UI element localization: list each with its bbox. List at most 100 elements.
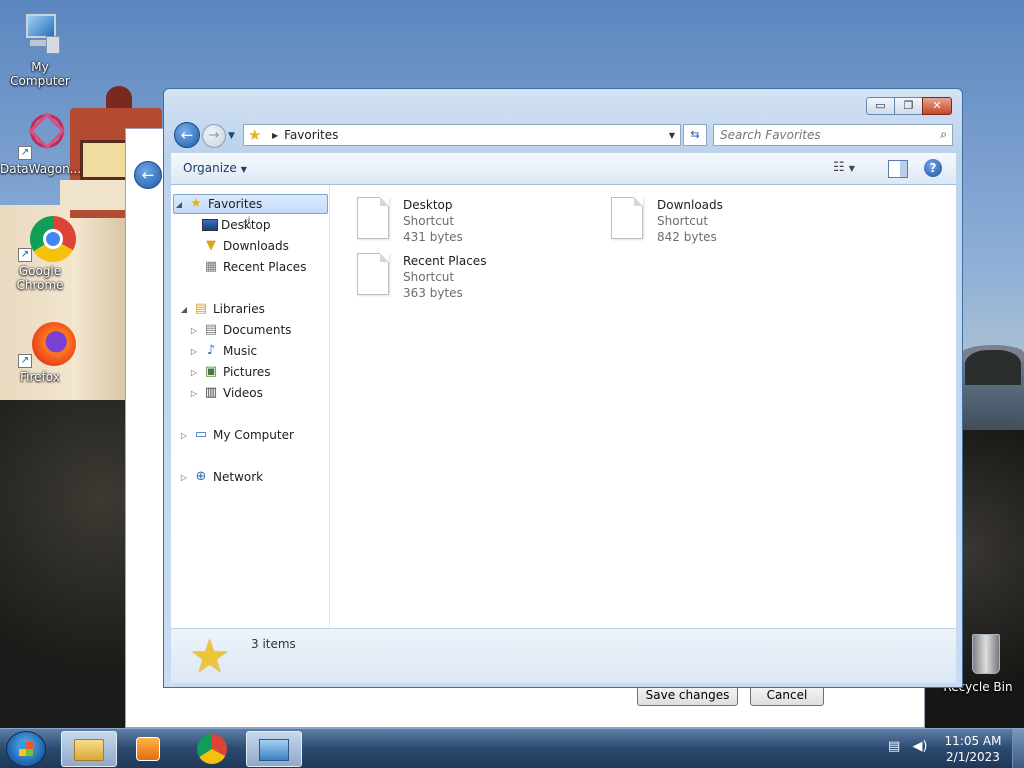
nav-item-downloads[interactable]: ▼ Downloads bbox=[199, 236, 289, 256]
file-item-downloads[interactable]: Downloads Shortcut 842 bytes bbox=[611, 197, 723, 247]
nav-item-documents[interactable]: ▷ ▤ Documents bbox=[189, 320, 292, 340]
maximize-icon: ❐ bbox=[903, 99, 914, 112]
help-icon: ? bbox=[929, 161, 937, 175]
desktop-icon-my-computer[interactable]: My Computer bbox=[0, 10, 80, 88]
collapse-arrow-icon[interactable]: ▷ bbox=[189, 347, 199, 356]
taskbar-chrome-button[interactable] bbox=[184, 731, 240, 767]
change-view-button[interactable]: ☷ ▼ bbox=[833, 160, 869, 178]
back-button[interactable]: ← bbox=[174, 122, 200, 148]
search-icon[interactable]: ⌕ bbox=[940, 127, 947, 142]
favorites-star-icon: ★ bbox=[248, 126, 262, 144]
expand-arrow-icon[interactable]: ◢ bbox=[179, 305, 189, 314]
wallpaper-lighthouse-roof bbox=[106, 86, 132, 110]
refresh-icon: ⇆ bbox=[690, 128, 700, 141]
taskbar: ▤ ◀) 11:05 AM 2/1/2023 bbox=[0, 728, 1024, 768]
nav-item-label: Videos bbox=[223, 386, 263, 400]
collapse-arrow-icon[interactable]: ▷ bbox=[189, 389, 199, 398]
back-arrow-icon: ← bbox=[180, 126, 194, 144]
cancel-button[interactable]: Cancel bbox=[750, 685, 824, 706]
nav-item-label: My Computer bbox=[213, 428, 294, 442]
close-button[interactable]: ✕ bbox=[922, 97, 952, 115]
search-input[interactable] bbox=[720, 125, 930, 145]
chevron-down-icon: ▼ bbox=[228, 131, 235, 141]
chrome-icon: ↗ bbox=[16, 214, 76, 262]
taskbar-media-player-button[interactable] bbox=[120, 731, 176, 767]
system-tray: ▤ ◀) bbox=[888, 739, 928, 754]
nav-item-network[interactable]: ▷ ⊕ Network bbox=[179, 467, 263, 487]
help-button[interactable]: ? bbox=[924, 159, 942, 177]
close-icon: ✕ bbox=[932, 99, 942, 112]
nav-item-label: Favorites bbox=[208, 197, 263, 211]
music-note-icon: ♪ bbox=[206, 343, 216, 358]
nav-item-label: Music bbox=[223, 344, 258, 358]
hand-cursor-icon: ☝ bbox=[242, 213, 252, 232]
clock-time: 11:05 AM bbox=[944, 734, 1002, 748]
start-button[interactable] bbox=[6, 731, 46, 767]
favorites-star-icon: ★ bbox=[190, 196, 202, 211]
breadcrumb-arrow-icon[interactable]: ▶ bbox=[272, 131, 278, 140]
nav-item-desktop[interactable]: Desktop bbox=[199, 215, 271, 235]
navigation-pane: ◢ ★ Favorites Desktop ▼ Downloads ▦ Rece… bbox=[171, 185, 330, 628]
taskbar-clock[interactable]: 11:05 AM 2/1/2023 bbox=[936, 733, 1010, 765]
desktop-icon-label: Firefox bbox=[20, 370, 60, 384]
file-item-recent-places[interactable]: Recent Places Shortcut 363 bytes bbox=[357, 253, 486, 303]
desktop-icon-label: Google Chrome bbox=[16, 264, 64, 292]
preview-pane-button[interactable] bbox=[888, 160, 908, 178]
file-list: Desktop Shortcut 431 bytes Downloads Sho… bbox=[330, 185, 956, 628]
nav-item-pictures[interactable]: ▷ ▣ Pictures bbox=[189, 362, 271, 382]
volume-icon[interactable]: ◀) bbox=[912, 739, 927, 754]
forward-button[interactable]: → bbox=[202, 124, 226, 148]
taskbar-control-panel-button[interactable] bbox=[246, 731, 302, 767]
expand-arrow-icon[interactable]: ◢ bbox=[174, 200, 184, 209]
media-player-icon bbox=[136, 737, 160, 761]
address-location[interactable]: Favorites bbox=[284, 128, 664, 142]
nav-item-label: Pictures bbox=[223, 365, 271, 379]
nav-item-videos[interactable]: ▷ ▥ Videos bbox=[189, 383, 263, 403]
address-bar[interactable]: ★ ▶ Favorites ▼ bbox=[243, 124, 681, 146]
organize-button[interactable]: Organize ▼ bbox=[183, 161, 247, 175]
nav-item-recent-places[interactable]: ▦ Recent Places bbox=[199, 257, 307, 277]
minimize-button[interactable]: ▭ bbox=[866, 97, 894, 115]
collapse-arrow-icon[interactable]: ▷ bbox=[189, 326, 199, 335]
address-dropdown-icon[interactable]: ▼ bbox=[664, 131, 680, 140]
chrome-icon bbox=[197, 734, 227, 764]
maximize-button[interactable]: ❐ bbox=[894, 97, 922, 115]
forward-arrow-icon: → bbox=[208, 128, 220, 143]
details-pane: ★ 3 items bbox=[171, 628, 956, 683]
computer-icon bbox=[16, 10, 64, 58]
caption-buttons: ▭ ❐ ✕ bbox=[866, 97, 952, 115]
save-changes-button[interactable]: Save changes bbox=[637, 685, 738, 706]
nav-item-libraries[interactable]: ◢ ▤ Libraries bbox=[179, 299, 265, 319]
recent-pages-dropdown[interactable]: ▼ bbox=[228, 131, 235, 141]
nav-item-music[interactable]: ▷ ♪ Music bbox=[189, 341, 257, 361]
libraries-icon: ▤ bbox=[194, 301, 208, 316]
nav-item-my-computer[interactable]: ▷ ▭ My Computer bbox=[179, 425, 294, 445]
clock-date: 2/1/2023 bbox=[946, 750, 1000, 764]
file-type: Shortcut bbox=[403, 214, 455, 228]
control-panel-icon bbox=[259, 739, 289, 761]
desktop-icon-datawagon[interactable]: ↗ DataWagon... bbox=[0, 109, 81, 176]
shortcut-arrow-icon: ↗ bbox=[18, 248, 32, 262]
network-status-icon[interactable]: ▤ bbox=[888, 739, 900, 754]
recent-places-icon: ▦ bbox=[204, 259, 218, 274]
taskbar-explorer-button[interactable] bbox=[61, 731, 117, 767]
documents-icon: ▤ bbox=[204, 322, 218, 337]
search-box[interactable]: ⌕ bbox=[713, 124, 953, 146]
collapse-arrow-icon[interactable]: ▷ bbox=[179, 473, 189, 482]
file-size: 363 bytes bbox=[403, 286, 463, 300]
file-type: Shortcut bbox=[403, 270, 455, 284]
background-dialog-back-button[interactable]: ← bbox=[134, 161, 162, 189]
nav-item-favorites[interactable]: ◢ ★ Favorites bbox=[173, 194, 328, 214]
shortcut-file-icon bbox=[357, 197, 389, 239]
shortcut-file-icon bbox=[357, 253, 389, 295]
refresh-button[interactable]: ⇆ bbox=[683, 124, 707, 146]
collapse-arrow-icon[interactable]: ▷ bbox=[189, 368, 199, 377]
file-size: 842 bytes bbox=[657, 230, 717, 244]
desktop-icon-firefox[interactable]: ↗ Firefox bbox=[0, 320, 80, 384]
desktop-icon-google-chrome[interactable]: ↗ Google Chrome bbox=[0, 214, 80, 292]
nav-item-label: Downloads bbox=[223, 239, 289, 253]
file-item-desktop[interactable]: Desktop Shortcut 431 bytes bbox=[357, 197, 463, 247]
collapse-arrow-icon[interactable]: ▷ bbox=[179, 431, 189, 440]
wallpaper-island bbox=[965, 350, 1021, 385]
show-desktop-button[interactable] bbox=[1012, 729, 1024, 768]
